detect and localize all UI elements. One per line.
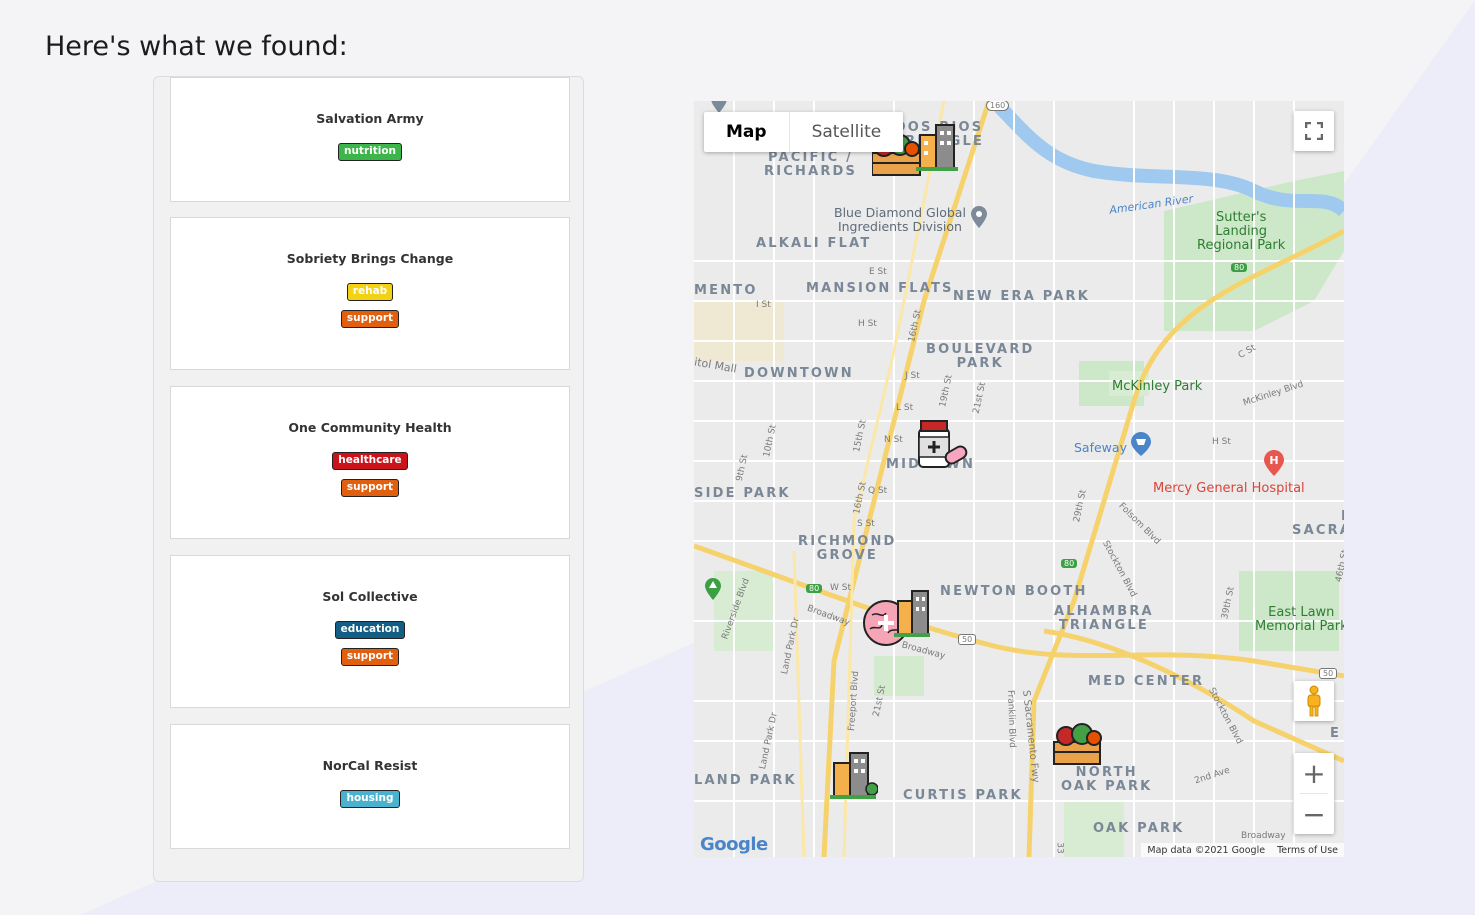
street-view-button[interactable]	[1294, 681, 1334, 721]
label-mckinley-park: McKinley Park	[1112, 379, 1203, 394]
terms-link[interactable]: Terms of Use	[1277, 845, 1338, 856]
housing-marker-icon[interactable]	[916, 121, 961, 173]
label-oak-park: OAK PARK	[1093, 821, 1185, 836]
tag-support[interactable]: support	[340, 648, 400, 666]
map-type-map-button[interactable]: Map	[704, 112, 789, 152]
label-w-st: W St	[830, 583, 852, 593]
hospital-pin-icon[interactable]: H	[1264, 450, 1284, 476]
label-blue-diamond: Blue Diamond Global Ingredients Division	[834, 205, 966, 234]
result-name: Sobriety Brings Change	[286, 251, 454, 266]
result-name: Sol Collective	[322, 589, 418, 604]
label-i-st: I St	[756, 300, 771, 310]
shield-80-c: 80	[1061, 559, 1078, 568]
result-name: One Community Health	[288, 420, 452, 435]
label-newton-booth: NEWTON BOOTH	[940, 584, 1088, 599]
label-sutters-landing: Sutter's Landing Regional Park	[1197, 210, 1286, 253]
label-e-edge: E	[1330, 726, 1342, 741]
map-type-control: Map Satellite	[704, 112, 904, 152]
tag-list: housing	[340, 790, 400, 808]
label-east-lawn: East Lawn Memorial Park	[1255, 605, 1344, 634]
tag-list: healthcare support	[332, 452, 408, 497]
label-pacific-richards: PACIFIC / RICHARDS	[764, 150, 858, 179]
result-name: Salvation Army	[316, 111, 424, 126]
map-attribution: Map data ©2021 Google Terms of Use	[1141, 843, 1344, 857]
label-l-st: L St	[896, 403, 914, 413]
page-title: Here's what we found:	[45, 31, 348, 62]
label-alhambra-triangle: ALHAMBRA TRIANGLE	[1054, 604, 1154, 633]
healthcare-marker-icon[interactable]	[917, 419, 969, 471]
label-n-st: N St	[884, 435, 903, 445]
label-alkali-flat: ALKALI FLAT	[756, 236, 872, 251]
google-logo-text: Google	[700, 834, 768, 855]
map-view[interactable]: PACIFIC /RICHARDS DOS RIOSTRIANGLE Blue …	[694, 101, 1344, 857]
zoom-control: + −	[1294, 753, 1334, 834]
housing-marker-icon-2[interactable]	[894, 589, 932, 639]
label-33: 33	[1054, 842, 1065, 854]
map-type-satellite-button[interactable]: Satellite	[790, 112, 904, 152]
tag-nutrition[interactable]: nutrition	[337, 143, 403, 161]
park-pin-icon[interactable]	[705, 578, 721, 600]
result-card-sol-collective[interactable]: Sol Collective education support	[170, 555, 570, 708]
tag-housing[interactable]: housing	[340, 790, 400, 808]
label-side-park: SIDE PARK	[694, 486, 791, 501]
google-logo: Google	[700, 834, 768, 855]
tag-support[interactable]: support	[340, 479, 400, 497]
label-e-st: E St	[869, 267, 887, 277]
tag-list: education support	[334, 621, 406, 666]
label-richmond-grove: RICHMOND GROVE	[798, 534, 897, 563]
poi-pin-icon[interactable]	[971, 206, 987, 228]
label-med-center: MED CENTER	[1088, 674, 1205, 689]
shield-80: 80	[1231, 263, 1248, 272]
label-boulevard-park: BOULEVARD PARK	[926, 342, 1035, 371]
zoom-in-button[interactable]: +	[1294, 753, 1334, 793]
tag-support[interactable]: support	[340, 310, 400, 328]
result-name: NorCal Resist	[322, 758, 418, 773]
label-j-st: J St	[905, 371, 920, 381]
fullscreen-icon	[1305, 122, 1323, 140]
tag-healthcare[interactable]: healthcare	[332, 452, 408, 470]
label-q-st: Q St	[868, 486, 888, 496]
svg-text:H: H	[1269, 454, 1278, 467]
results-list[interactable]: Salvation Army nutrition Sobriety Brings…	[153, 76, 584, 882]
label-mercy-general: Mercy General Hospital	[1153, 481, 1305, 496]
label-mento: MENTO	[694, 283, 758, 298]
shield-160: 160	[986, 101, 1010, 111]
tag-list: rehab support	[340, 283, 400, 328]
pegman-icon	[1307, 685, 1321, 717]
tag-education[interactable]: education	[334, 621, 406, 639]
label-franklin-blvd: Franklin Blvd	[1004, 689, 1017, 749]
label-safeway: Safeway	[1074, 440, 1127, 455]
tag-list: nutrition	[337, 143, 403, 161]
result-card-norcal-resist[interactable]: NorCal Resist housing	[170, 724, 570, 849]
label-mansion-flats: MANSION FLATS	[806, 281, 954, 296]
result-card-one-community-health[interactable]: One Community Health healthcare support	[170, 386, 570, 539]
label-broadway-3: Broadway	[1241, 831, 1286, 841]
label-h-st-2: H St	[1212, 437, 1231, 447]
housing-marker-icon-3[interactable]	[830, 749, 878, 801]
label-land-park: LAND PARK	[694, 773, 797, 788]
attribution-text: Map data ©2021 Google	[1147, 844, 1266, 856]
shield-50-b: 50	[1319, 668, 1338, 679]
shield-50: 50	[958, 634, 977, 645]
label-h-st: H St	[858, 319, 877, 329]
label-curtis-park: CURTIS PARK	[903, 788, 1023, 803]
fullscreen-button[interactable]	[1294, 111, 1334, 151]
result-card-salvation-army[interactable]: Salvation Army nutrition	[170, 77, 570, 202]
label-new-era-park: NEW ERA PARK	[953, 289, 1090, 304]
nutrition-marker-icon-2[interactable]	[1052, 716, 1104, 766]
shopping-pin-icon[interactable]	[1131, 432, 1151, 456]
label-downtown: DOWNTOWN	[744, 366, 854, 381]
label-s-st: S St	[857, 519, 875, 529]
zoom-out-button[interactable]: −	[1294, 794, 1334, 834]
label-east-sacra: ESACRA	[1292, 510, 1344, 538]
shield-80-b: 80	[806, 584, 823, 593]
result-card-sobriety-brings-change[interactable]: Sobriety Brings Change rehab support	[170, 217, 570, 370]
tag-rehab[interactable]: rehab	[346, 283, 394, 301]
label-north-oak-park: NORTH OAK PARK	[1061, 765, 1153, 794]
